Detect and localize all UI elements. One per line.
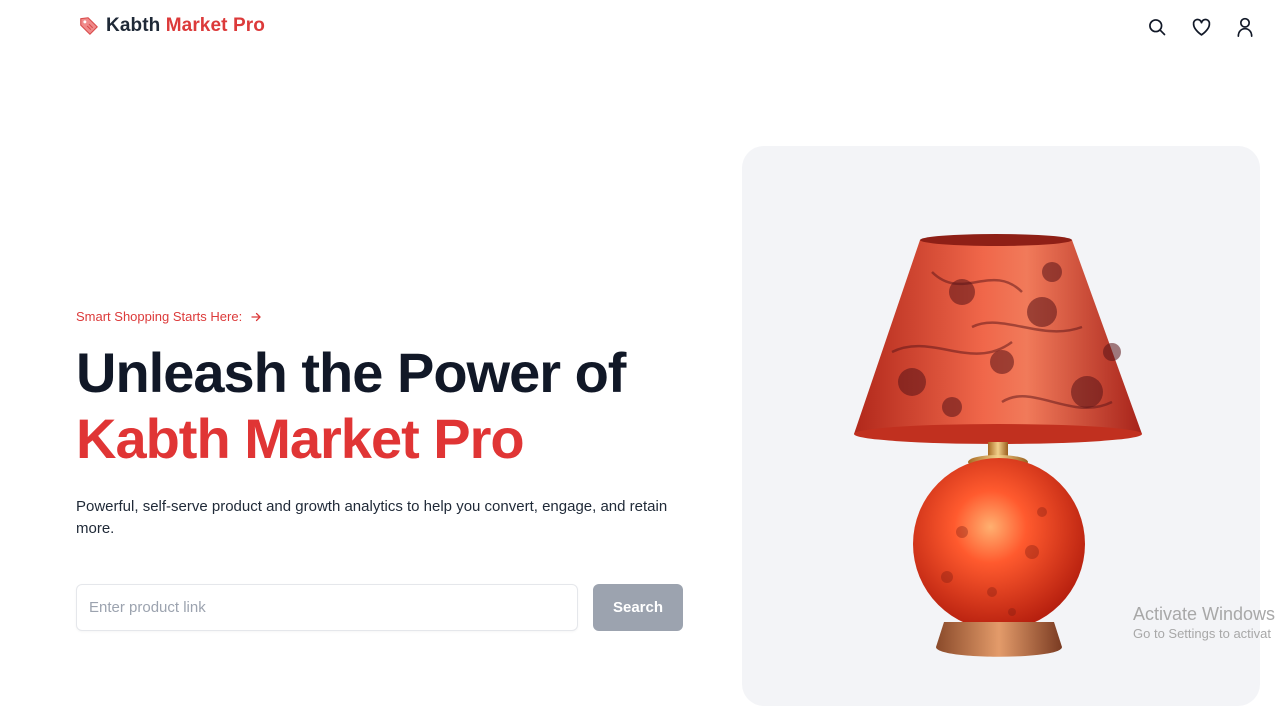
eyebrow-text: Smart Shopping Starts Here: bbox=[76, 309, 243, 324]
hero-eyebrow-link[interactable]: Smart Shopping Starts Here: bbox=[76, 309, 262, 324]
search-icon[interactable] bbox=[1146, 16, 1168, 38]
brand-name-part2: Market Pro bbox=[165, 15, 265, 36]
headline-line1: Unleash the Power of bbox=[76, 341, 626, 404]
brand-logo[interactable]: Kabth Market Pro bbox=[78, 15, 265, 37]
user-icon[interactable] bbox=[1234, 16, 1256, 38]
hero-headline: Unleash the Power of Kabth Market Pro bbox=[76, 340, 626, 472]
arrow-right-icon bbox=[251, 312, 261, 321]
watermark-subtitle: Go to Settings to activat bbox=[1133, 626, 1272, 641]
headline-line2: Kabth Market Pro bbox=[76, 407, 525, 470]
search-button[interactable]: Search bbox=[593, 584, 683, 631]
price-tag-icon bbox=[80, 17, 98, 35]
header-actions bbox=[1146, 16, 1256, 38]
watermark-title: Activate Windows bbox=[1133, 604, 1276, 624]
windows-activation-watermark: Activate Windows Go to Settings to activ… bbox=[1133, 603, 1275, 643]
lamp-product-image bbox=[854, 234, 1142, 657]
hero-subtitle: Powerful, self-serve product and growth … bbox=[76, 498, 668, 537]
brand-name: Kabth Market Pro bbox=[106, 15, 265, 37]
heart-icon[interactable] bbox=[1190, 16, 1212, 38]
brand-name-part1: Kabth bbox=[106, 15, 161, 36]
product-link-input[interactable] bbox=[76, 584, 578, 631]
